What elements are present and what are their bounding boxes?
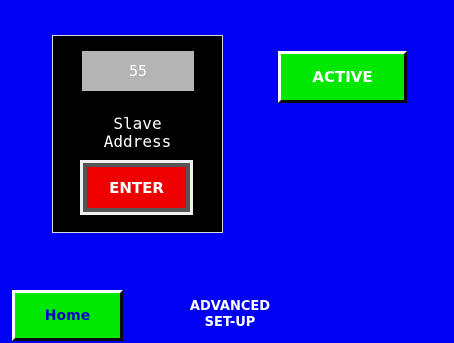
slave-address-label-line2: Address [103, 132, 172, 151]
page-title-line1: ADVANCED [189, 299, 271, 314]
active-status-button[interactable]: ACTIVE [278, 51, 407, 103]
active-status-label: ACTIVE [312, 68, 373, 86]
home-button[interactable]: Home [12, 290, 123, 341]
home-button-label: Home [44, 307, 91, 324]
enter-button-label: ENTER [109, 178, 164, 197]
enter-button-face: ENTER [87, 167, 186, 208]
page-title-line2: SET-UP [204, 315, 256, 330]
enter-button[interactable]: ENTER [80, 160, 193, 215]
slave-address-label-line1: Slave [113, 114, 162, 133]
page-title: ADVANCED SET-UP [160, 299, 300, 331]
slave-address-value: 55 [128, 62, 148, 80]
slave-address-panel: 55 Slave Address ENTER [52, 35, 223, 233]
slave-address-display[interactable]: 55 [82, 51, 194, 91]
hmi-screen: 55 Slave Address ENTER ACTIVE Home ADVAN… [0, 0, 454, 343]
slave-address-label: Slave Address [53, 115, 222, 151]
